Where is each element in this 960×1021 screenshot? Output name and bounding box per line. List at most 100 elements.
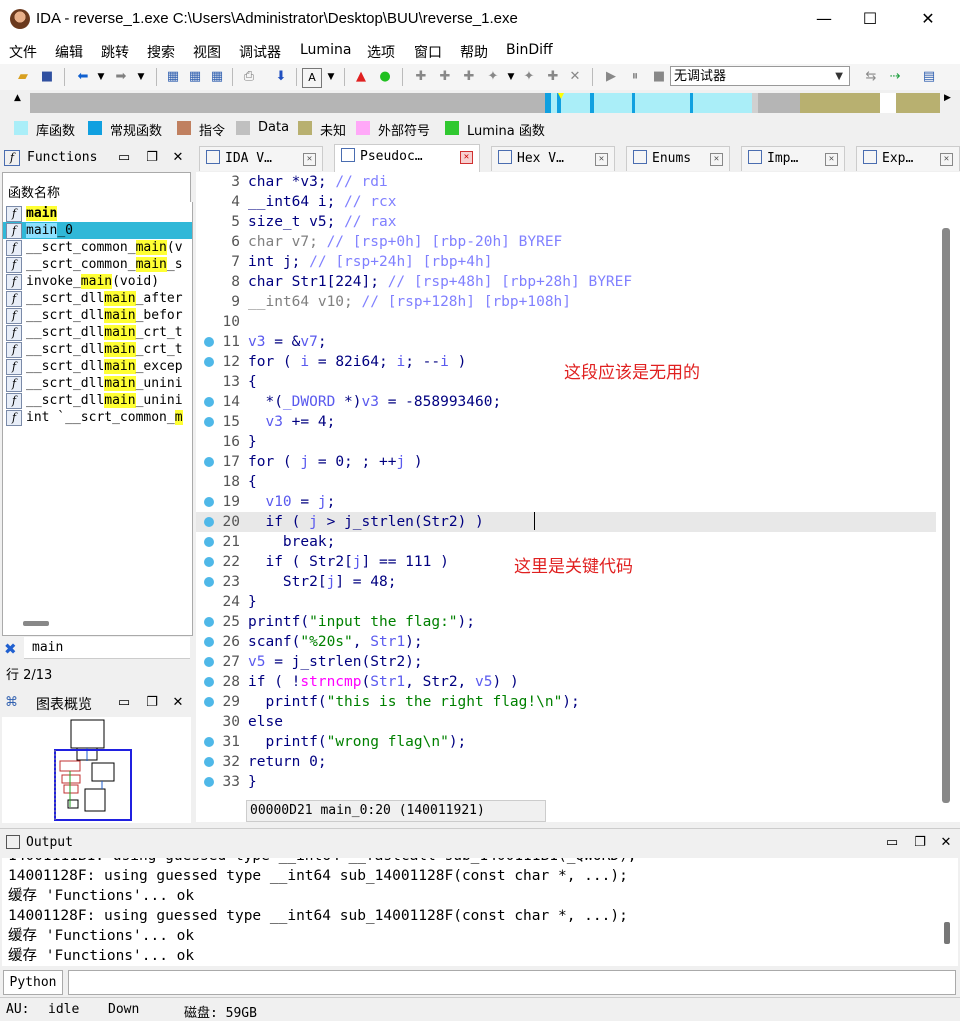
column-header-function-name[interactable]: 函数名称 — [8, 182, 60, 201]
back-dropdown-icon[interactable]: ▼ — [92, 68, 110, 86]
pause-icon[interactable]: ⏸ — [626, 68, 644, 86]
function-row[interactable]: f __scrt_dllmain_crt_t — [3, 341, 192, 358]
code-line[interactable]: 3 char *v3; // rdi — [196, 172, 936, 192]
graph-tool-1-icon[interactable]: ✚ — [412, 68, 430, 86]
output-scrollbar[interactable] — [944, 922, 950, 944]
function-row[interactable]: f __scrt_dllmain_unini — [3, 375, 192, 392]
function-row-selected[interactable]: f main_0 — [3, 222, 192, 239]
navigation-band[interactable] — [30, 93, 940, 113]
immediate-search-icon[interactable]: ▦ — [208, 68, 226, 86]
menu-jump[interactable]: 跳转 — [101, 42, 129, 62]
horizontal-scrollbar[interactable] — [23, 621, 49, 626]
graph-tool-3-icon[interactable]: ✚ — [460, 68, 478, 86]
code-line[interactable]: 32 return 0; — [196, 752, 936, 772]
code-line[interactable]: 10 — [196, 312, 936, 332]
tab-imports[interactable]: Imp… ✕ — [741, 146, 845, 171]
delete-x-icon[interactable]: ✕ — [566, 68, 584, 86]
menu-window[interactable]: 窗口 — [414, 42, 442, 62]
tab-exports[interactable]: Exp… ✕ — [856, 146, 960, 171]
menu-bindiff[interactable]: BinDiff — [506, 42, 553, 58]
code-line[interactable]: 31 printf("wrong flag\n"); — [196, 732, 936, 752]
tab-hex-view[interactable]: Hex V… ✕ — [491, 146, 615, 171]
function-row[interactable]: f __scrt_common_main_s — [3, 256, 192, 273]
binary-search-icon[interactable]: ▦ — [164, 68, 182, 86]
tab-close-icon[interactable]: ✕ — [940, 153, 953, 166]
code-line[interactable]: 15 v3 += 4; — [196, 412, 936, 432]
function-row[interactable]: f main — [3, 205, 192, 222]
stop-icon[interactable]: ■ — [650, 68, 668, 86]
menu-debugger[interactable]: 调试器 — [239, 42, 281, 62]
debug-tool-3-icon[interactable]: ▤ — [920, 68, 938, 86]
tab-enums[interactable]: Enums ✕ — [626, 146, 730, 171]
code-line[interactable]: 33} — [196, 772, 936, 792]
text-mode-icon[interactable]: A — [302, 68, 322, 88]
code-line[interactable]: 29 printf("this is the right flag!\n"); — [196, 692, 936, 712]
tab-pseudocode[interactable]: Pseudoc… ✕ — [334, 144, 480, 172]
panel-close-icon[interactable]: ✕ — [170, 150, 186, 166]
graph-overview-canvas[interactable] — [2, 717, 191, 823]
code-line[interactable]: 5 size_t v5; // rax — [196, 212, 936, 232]
function-row[interactable]: f __scrt_dllmain_crt_t — [3, 324, 192, 341]
graph-tool-dropdown-icon[interactable]: ▼ — [502, 68, 520, 86]
menu-search[interactable]: 搜索 — [147, 42, 175, 62]
close-button[interactable]: ✕ — [904, 0, 952, 38]
panel-close-icon[interactable]: ✕ — [170, 695, 186, 711]
nav-scroll-left-icon[interactable]: ▲ — [14, 93, 21, 103]
save-icon[interactable]: ■ — [38, 68, 56, 86]
graph-tool-4-icon[interactable]: ✦ — [484, 68, 502, 86]
code-line[interactable]: 9 __int64 v10; // [rsp+128h] [rbp+108h] — [196, 292, 936, 312]
debug-tool-1-icon[interactable]: ⇆ — [862, 68, 880, 86]
code-line[interactable]: 16} — [196, 432, 936, 452]
code-line[interactable]: 18 { — [196, 472, 936, 492]
panel-float-icon[interactable]: ❐ — [144, 695, 160, 711]
code-line[interactable]: 8 char Str1[224]; // [rsp+48h] [rbp+28h] … — [196, 272, 936, 292]
clear-filter-x-icon[interactable]: ✖ — [4, 640, 17, 658]
panel-float-icon[interactable]: ❐ — [912, 835, 928, 851]
forward-dropdown-icon[interactable]: ▼ — [132, 68, 150, 86]
tab-close-icon[interactable]: ✕ — [460, 151, 473, 164]
function-filter-input[interactable]: main — [24, 637, 190, 659]
panel-minimize-icon[interactable]: ▭ — [116, 150, 132, 166]
forward-arrow-icon[interactable]: ➡ — [112, 68, 130, 86]
python-language-button[interactable]: Python — [3, 970, 63, 995]
code-line[interactable]: 24} — [196, 592, 936, 612]
breakpoint-icon[interactable]: ▲ — [352, 68, 370, 86]
nav-scroll-right-icon[interactable]: ▶ — [944, 93, 951, 103]
code-line[interactable]: 30 else — [196, 712, 936, 732]
open-folder-icon[interactable]: ▰ — [14, 68, 32, 86]
python-command-input[interactable] — [68, 970, 956, 995]
code-line[interactable]: 19 v10 = j; — [196, 492, 936, 512]
tab-close-icon[interactable]: ✕ — [710, 153, 723, 166]
maximize-button[interactable]: ☐ — [846, 0, 894, 38]
tab-close-icon[interactable]: ✕ — [595, 153, 608, 166]
code-line[interactable]: 4 __int64 i; // rcx — [196, 192, 936, 212]
function-row[interactable]: f int `__scrt_common_m — [3, 409, 192, 426]
vertical-scrollbar[interactable] — [942, 228, 950, 803]
menu-lumina[interactable]: Lumina — [300, 42, 351, 58]
code-line[interactable]: 25 printf("input the flag:"); — [196, 612, 936, 632]
code-line[interactable]: 27 v5 = j_strlen(Str2); — [196, 652, 936, 672]
back-arrow-icon[interactable]: ⬅ — [74, 68, 92, 86]
function-row[interactable]: f __scrt_dllmain_befor — [3, 307, 192, 324]
debugger-select[interactable]: 无调试器 ▼ — [670, 66, 850, 86]
menu-options[interactable]: 选项 — [367, 42, 395, 62]
code-line[interactable]: 17 for ( j = 0; ; ++j ) — [196, 452, 936, 472]
tab-close-icon[interactable]: ✕ — [825, 153, 838, 166]
minimize-button[interactable]: — — [800, 0, 848, 38]
menu-view[interactable]: 视图 — [193, 42, 221, 62]
panel-minimize-icon[interactable]: ▭ — [884, 835, 900, 851]
panel-minimize-icon[interactable]: ▭ — [116, 695, 132, 711]
run-green-icon[interactable]: ● — [376, 68, 394, 86]
jump-down-icon[interactable]: ⬇ — [272, 68, 290, 86]
play-icon[interactable]: ▶ — [602, 68, 620, 86]
code-line[interactable]: 11 v3 = &v7; — [196, 332, 936, 352]
function-row[interactable]: f __scrt_common_main(v — [3, 239, 192, 256]
function-row[interactable]: f __scrt_dllmain_after — [3, 290, 192, 307]
panel-close-icon[interactable]: ✕ — [938, 835, 954, 851]
pseudocode-view[interactable]: 3 char *v3; // rdi 4 __int64 i; // rcx 5 size… — [196, 172, 960, 822]
code-line[interactable]: 28 if ( !strncmp(Str1, Str2, v5) ) — [196, 672, 936, 692]
function-row[interactable]: f invoke_main(void) — [3, 273, 192, 290]
output-window[interactable]: 14001111B1: using guessed type __int64 _… — [2, 858, 958, 966]
print-icon[interactable]: ⎙ — [240, 68, 258, 86]
panel-float-icon[interactable]: ❐ — [144, 150, 160, 166]
